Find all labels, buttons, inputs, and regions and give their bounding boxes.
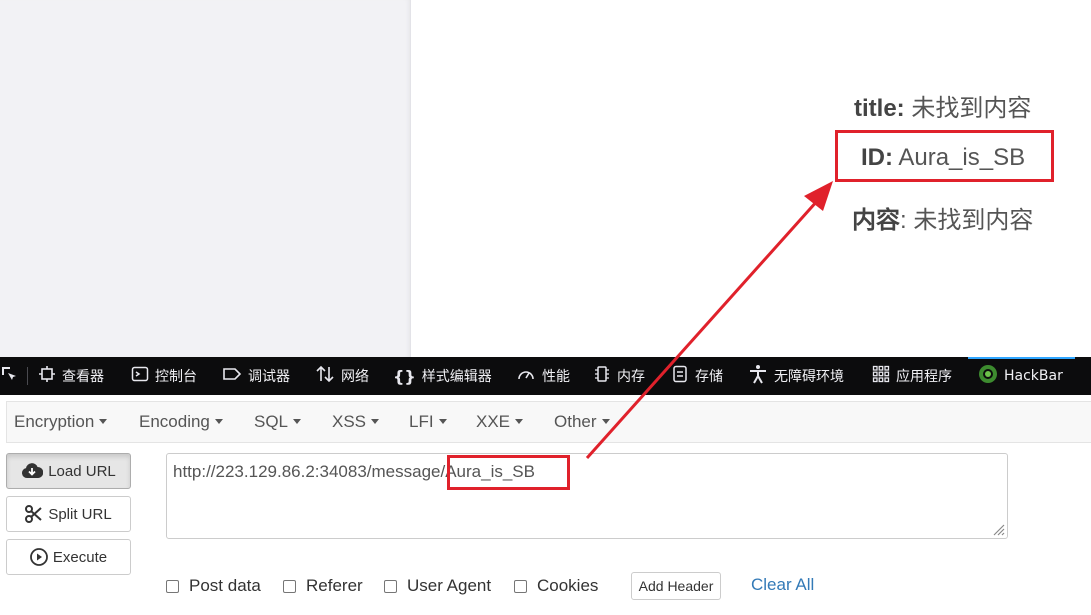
style-editor-icon: {} bbox=[393, 366, 416, 386]
tab-inspector[interactable]: 查看器 bbox=[38, 357, 104, 395]
hackbar-menu-bar: Encryption Encoding SQL XSS LFI XXE Othe… bbox=[6, 401, 1091, 443]
content-line: 内容: 未找到内容 bbox=[852, 207, 1034, 234]
menu-other[interactable]: Other bbox=[554, 402, 610, 442]
tab-label: 网络 bbox=[341, 369, 369, 385]
add-header-button[interactable]: Add Header bbox=[631, 572, 721, 600]
caret-down-icon bbox=[371, 419, 380, 425]
caret-down-icon bbox=[99, 419, 108, 425]
execute-button[interactable]: Execute bbox=[6, 539, 131, 575]
tab-label: 性能 bbox=[542, 369, 570, 385]
user-agent-checkbox[interactable]: User Agent bbox=[384, 575, 491, 597]
title-value: 未找到内容 bbox=[911, 95, 1032, 122]
cloud-download-icon bbox=[21, 463, 44, 479]
caret-down-icon bbox=[515, 419, 524, 425]
tab-debugger[interactable]: 调试器 bbox=[222, 357, 290, 395]
content-label: 内容 bbox=[852, 207, 900, 234]
load-url-button[interactable]: Load URL bbox=[6, 453, 131, 489]
resize-grip-icon[interactable] bbox=[991, 522, 1005, 536]
tab-console[interactable]: 控制台 bbox=[131, 357, 197, 395]
tab-hackbar[interactable]: HackBar bbox=[968, 357, 1075, 393]
menu-xss[interactable]: XSS bbox=[332, 402, 380, 442]
tab-accessibility[interactable]: 无障碍环境 bbox=[748, 357, 844, 395]
scissors-icon bbox=[25, 505, 43, 523]
menu-lfi[interactable]: LFI bbox=[409, 402, 447, 442]
checkbox-box[interactable] bbox=[384, 579, 397, 593]
tab-label: 应用程序 bbox=[896, 369, 952, 385]
checkbox-box[interactable] bbox=[514, 579, 527, 593]
url-textarea[interactable]: http://223.129.86.2:34083/message/Aura_i… bbox=[166, 453, 1008, 539]
clear-all-link[interactable]: Clear All bbox=[751, 575, 814, 595]
hackbar-icon bbox=[978, 364, 998, 388]
caret-down-icon bbox=[293, 419, 302, 425]
caret-down-icon bbox=[438, 419, 447, 425]
tab-label: HackBar bbox=[1004, 368, 1063, 384]
tab-label: 样式编辑器 bbox=[421, 369, 492, 385]
tab-label: 调试器 bbox=[248, 369, 290, 385]
tab-label: 查看器 bbox=[62, 369, 104, 385]
storage-icon bbox=[671, 365, 689, 387]
tab-style-editor[interactable]: {} 样式编辑器 bbox=[393, 357, 492, 395]
url-path-highlight-box bbox=[447, 455, 570, 490]
checkbox-box[interactable] bbox=[283, 579, 296, 593]
left-blank-pane bbox=[0, 0, 411, 357]
application-icon bbox=[872, 365, 890, 387]
tab-performance[interactable]: 性能 bbox=[516, 357, 570, 395]
tab-storage[interactable]: 存储 bbox=[671, 357, 723, 395]
accessibility-icon bbox=[748, 364, 768, 388]
tab-label: 存储 bbox=[695, 369, 723, 385]
tab-label: 内存 bbox=[617, 369, 645, 385]
element-picker-button[interactable] bbox=[0, 357, 24, 395]
hackbar-panel: Encryption Encoding SQL XSS LFI XXE Othe… bbox=[0, 395, 1091, 615]
toolbar-separator bbox=[27, 367, 28, 385]
post-data-checkbox[interactable]: Post data bbox=[166, 575, 261, 597]
tab-memory[interactable]: 内存 bbox=[593, 357, 645, 395]
content-value: 未找到内容 bbox=[913, 207, 1034, 234]
network-icon bbox=[315, 365, 335, 387]
cookies-checkbox[interactable]: Cookies bbox=[514, 575, 598, 597]
caret-down-icon bbox=[601, 419, 610, 425]
id-highlight-box bbox=[835, 130, 1054, 182]
menu-encryption[interactable]: Encryption bbox=[14, 402, 108, 442]
menu-xxe[interactable]: XXE bbox=[476, 402, 524, 442]
title-label: title bbox=[854, 95, 897, 122]
console-icon bbox=[131, 365, 149, 387]
play-circle-icon bbox=[29, 548, 48, 566]
menu-sql[interactable]: SQL bbox=[254, 402, 302, 442]
devtools-toolbar: 查看器 控制台 调试器 网络 {} 样式编辑器 性能 内存 存储 无障碍环境 应… bbox=[0, 357, 1091, 395]
inspector-icon bbox=[38, 365, 56, 387]
tab-application[interactable]: 应用程序 bbox=[872, 357, 952, 395]
referer-checkbox[interactable]: Referer bbox=[283, 575, 363, 597]
tab-label: 控制台 bbox=[155, 369, 197, 385]
tab-label: 无障碍环境 bbox=[774, 369, 844, 385]
title-line: title: 未找到内容 bbox=[854, 95, 1032, 122]
element-picker-icon bbox=[0, 365, 18, 387]
caret-down-icon bbox=[214, 419, 223, 425]
performance-icon bbox=[516, 365, 536, 387]
tab-network[interactable]: 网络 bbox=[315, 357, 369, 395]
debugger-icon bbox=[222, 365, 242, 387]
menu-encoding[interactable]: Encoding bbox=[139, 402, 223, 442]
memory-icon bbox=[593, 365, 611, 387]
checkbox-box[interactable] bbox=[166, 579, 179, 593]
split-url-button[interactable]: Split URL bbox=[6, 496, 131, 532]
